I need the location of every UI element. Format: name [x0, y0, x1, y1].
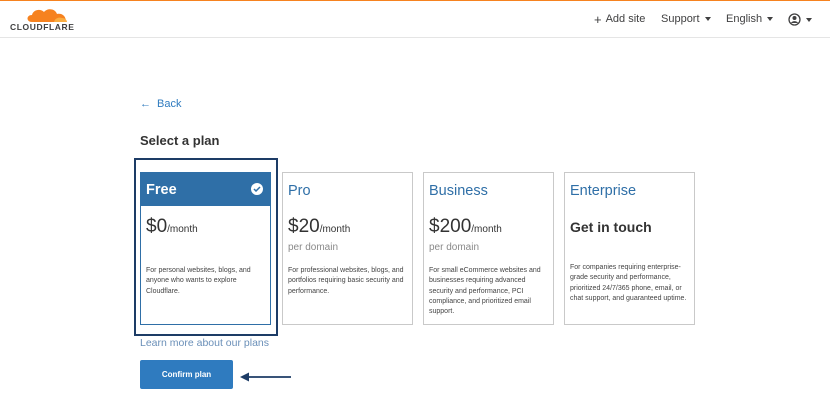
plan-card-free[interactable]: Free $0/month For personal websites, blo…: [140, 172, 271, 325]
plan-description: For professional websites, blogs, and po…: [288, 267, 404, 295]
user-menu[interactable]: [788, 13, 812, 26]
back-label: Back: [157, 98, 182, 110]
chevron-down-icon: [806, 17, 812, 22]
plan-price-amount: $0: [146, 216, 168, 237]
arrow-left-pointer-icon: [240, 372, 291, 382]
plan-price-amount: $200: [429, 216, 472, 237]
add-site-link[interactable]: + Add site: [594, 11, 646, 27]
learn-more-link[interactable]: Learn more about our plans: [140, 337, 269, 349]
cloud-icon: [27, 9, 67, 22]
plan-price-unit: /month: [471, 224, 502, 235]
plan-description: For personal websites, blogs, and anyone…: [146, 267, 251, 295]
plan-name: Business: [429, 183, 488, 199]
user-icon: [788, 13, 801, 26]
language-menu[interactable]: English: [726, 13, 774, 25]
plan-price-amount: $20: [288, 216, 320, 237]
confirm-plan-button[interactable]: Confirm plan: [140, 360, 233, 389]
plan-description: For small eCommerce websites and busines…: [429, 267, 541, 316]
plan-price-unit: /month: [167, 224, 198, 235]
plan-price: $20/month: [288, 216, 350, 238]
plan-card-enterprise[interactable]: Enterprise Get in touch For companies re…: [564, 172, 695, 325]
plan-card-pro[interactable]: Pro $20/month per domain For professiona…: [282, 172, 413, 325]
back-link[interactable]: ← Back: [140, 98, 181, 110]
plan-card-header: Free: [141, 173, 270, 206]
plan-price: $200/month: [429, 216, 502, 238]
plan-description: For companies requiring enterprise-grade…: [570, 264, 687, 302]
plan-price-basis: per domain: [429, 242, 480, 253]
support-label: Support: [661, 13, 700, 25]
plan-card-business[interactable]: Business $200/month per domain For small…: [423, 172, 554, 325]
plan-price-contact: Get in touch: [570, 219, 652, 235]
plan-price-unit: /month: [319, 224, 351, 235]
cloudflare-logo[interactable]: CLOUDFLARE: [10, 7, 80, 33]
plan-price: $0/month: [146, 216, 198, 238]
support-menu[interactable]: Support: [661, 13, 711, 25]
plan-name: Free: [146, 182, 177, 198]
page-title: Select a plan: [140, 133, 220, 148]
plus-icon: +: [594, 11, 602, 27]
chevron-down-icon: [767, 17, 774, 21]
top-navigation-bar: CLOUDFLARE + Add site Support English: [0, 0, 830, 38]
plan-price-basis: per domain: [288, 242, 339, 253]
plan-name: Pro: [288, 183, 311, 199]
plan-name: Enterprise: [570, 183, 637, 199]
add-site-label: Add site: [605, 13, 646, 25]
logo-text: CLOUDFLARE: [10, 22, 75, 32]
arrow-left-icon: ←: [140, 98, 151, 110]
check-circle-icon: [251, 183, 263, 195]
language-label: English: [726, 13, 763, 25]
chevron-down-icon: [704, 17, 711, 21]
